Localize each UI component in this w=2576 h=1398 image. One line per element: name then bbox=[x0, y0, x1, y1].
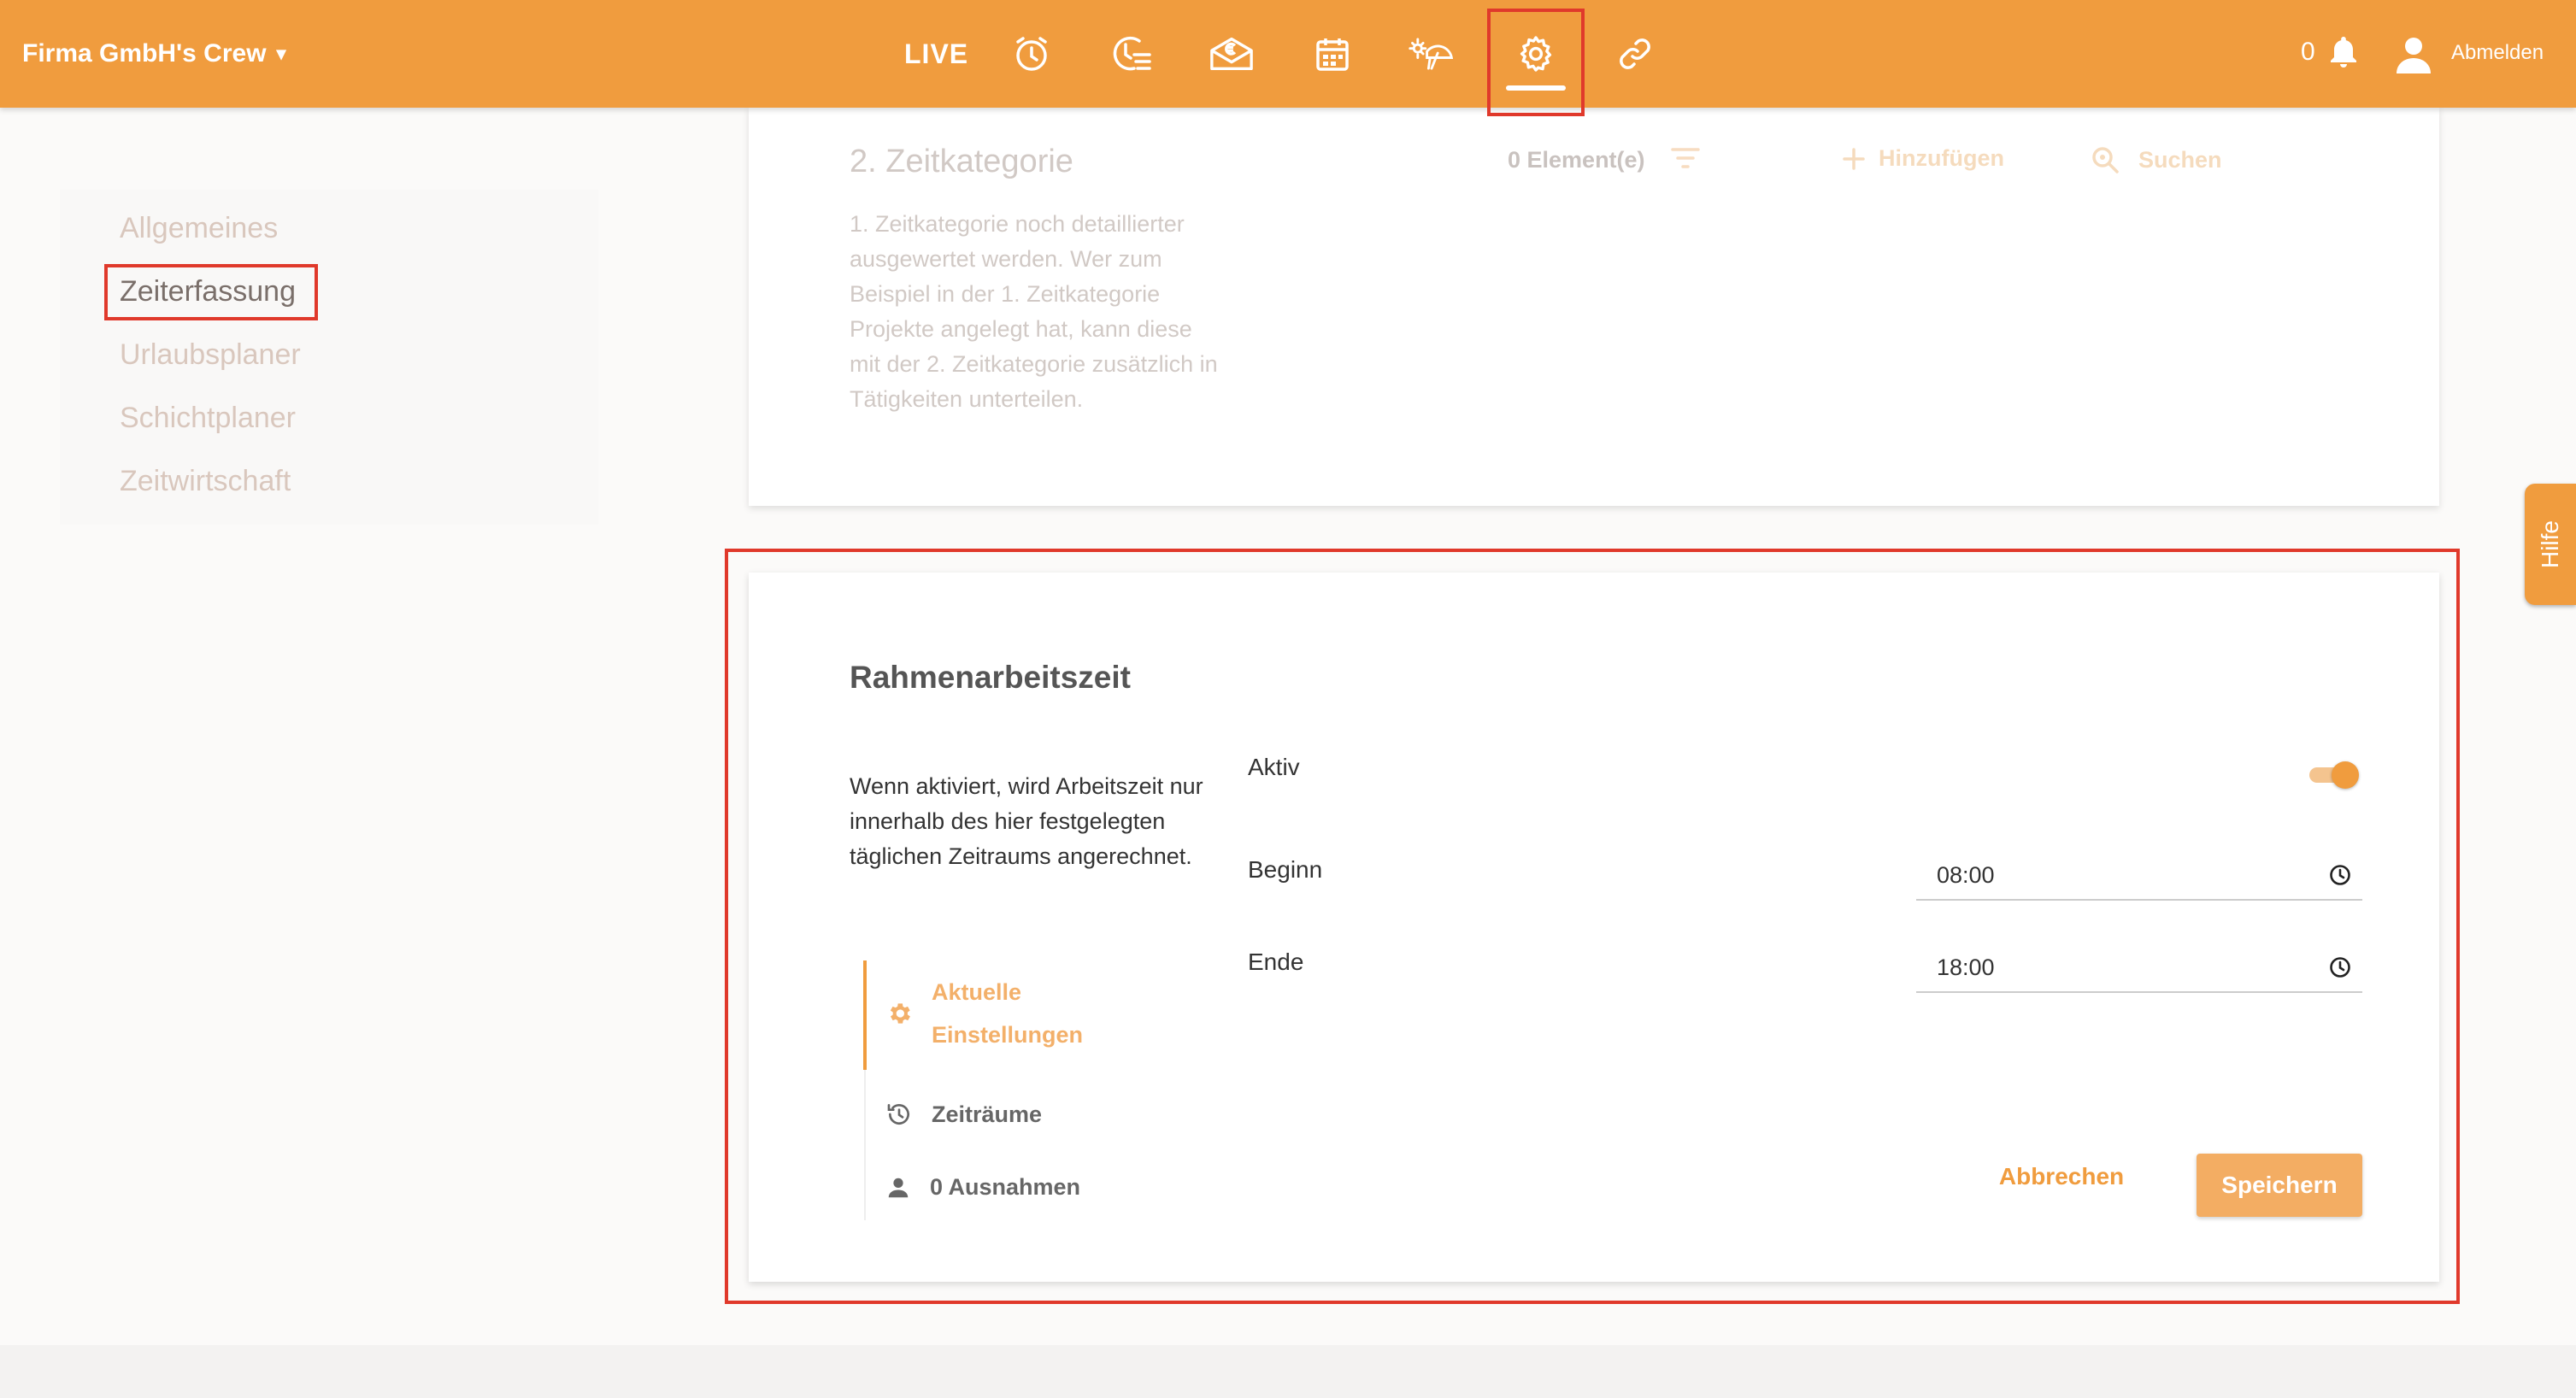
search-icon bbox=[2092, 147, 2119, 173]
email-euro-icon bbox=[1210, 37, 1253, 71]
clock-icon bbox=[1016, 37, 1047, 71]
logout-link[interactable]: Abmelden bbox=[2451, 41, 2544, 65]
nav-timeline[interactable] bbox=[1108, 31, 1154, 77]
nav-messages[interactable] bbox=[1209, 31, 1255, 77]
nav-live[interactable]: LIVE bbox=[904, 32, 968, 75]
top-bar: Firma GmbH's Crew ▾ LIVE 0 Abmelden bbox=[0, 0, 2576, 108]
nav-links[interactable] bbox=[1612, 31, 1658, 77]
time-category-title: 2. Zeitkategorie bbox=[850, 144, 1073, 179]
card-highlight-box bbox=[725, 549, 2460, 1304]
add-button[interactable]: Hinzufügen bbox=[1841, 145, 2004, 172]
nav-calendar[interactable] bbox=[1309, 31, 1356, 77]
time-category-description: 1. Zeitkategorie noch detaillierter ausg… bbox=[850, 211, 1218, 412]
user-avatar[interactable] bbox=[2395, 34, 2432, 75]
settings-sidebar: Allgemeines Zeiterfassung Urlaubsplaner … bbox=[60, 190, 598, 525]
calendar-icon bbox=[1316, 38, 1349, 71]
vacation-icon bbox=[1409, 38, 1454, 70]
nav-clock[interactable] bbox=[1009, 31, 1055, 77]
notifications-button[interactable] bbox=[2328, 34, 2359, 70]
sidebar-item-allgemeines[interactable]: Allgemeines bbox=[120, 212, 278, 245]
link-icon bbox=[1620, 38, 1650, 69]
sidebar-highlight-box bbox=[104, 264, 318, 320]
plus-icon bbox=[1843, 147, 1865, 170]
help-tab[interactable]: Hilfe bbox=[2525, 484, 2576, 605]
element-count: 0 Element(e) bbox=[1508, 147, 1645, 173]
footer-band bbox=[0, 1345, 2576, 1398]
add-label: Hinzufügen bbox=[1879, 145, 2004, 171]
nav-highlight-box bbox=[1487, 9, 1585, 116]
nav-vacation[interactable] bbox=[1409, 31, 1455, 77]
sidebar-item-zeitwirtschaft[interactable]: Zeitwirtschaft bbox=[120, 465, 291, 498]
search-label: Suchen bbox=[2138, 146, 2222, 173]
timeline-icon bbox=[1113, 36, 1151, 71]
filter-icon bbox=[1671, 148, 1700, 168]
bell-icon bbox=[2331, 37, 2356, 68]
company-name: Firma GmbH's Crew bbox=[22, 39, 267, 68]
sidebar-item-schichtplaner[interactable]: Schichtplaner bbox=[120, 402, 296, 435]
sidebar-item-urlaubsplaner[interactable]: Urlaubsplaner bbox=[120, 338, 301, 372]
search-button[interactable]: Suchen bbox=[2091, 145, 2222, 174]
help-label: Hilfe bbox=[2536, 520, 2563, 569]
time-category-card: 2. Zeitkategorie 1. Zeitkategorie noch d… bbox=[749, 108, 2439, 506]
user-icon bbox=[2397, 38, 2431, 73]
chevron-down-icon: ▾ bbox=[276, 43, 286, 64]
company-switcher[interactable]: Firma GmbH's Crew ▾ bbox=[22, 32, 286, 75]
filter-button[interactable] bbox=[1670, 145, 1701, 171]
notification-count: 0 bbox=[2301, 38, 2315, 66]
